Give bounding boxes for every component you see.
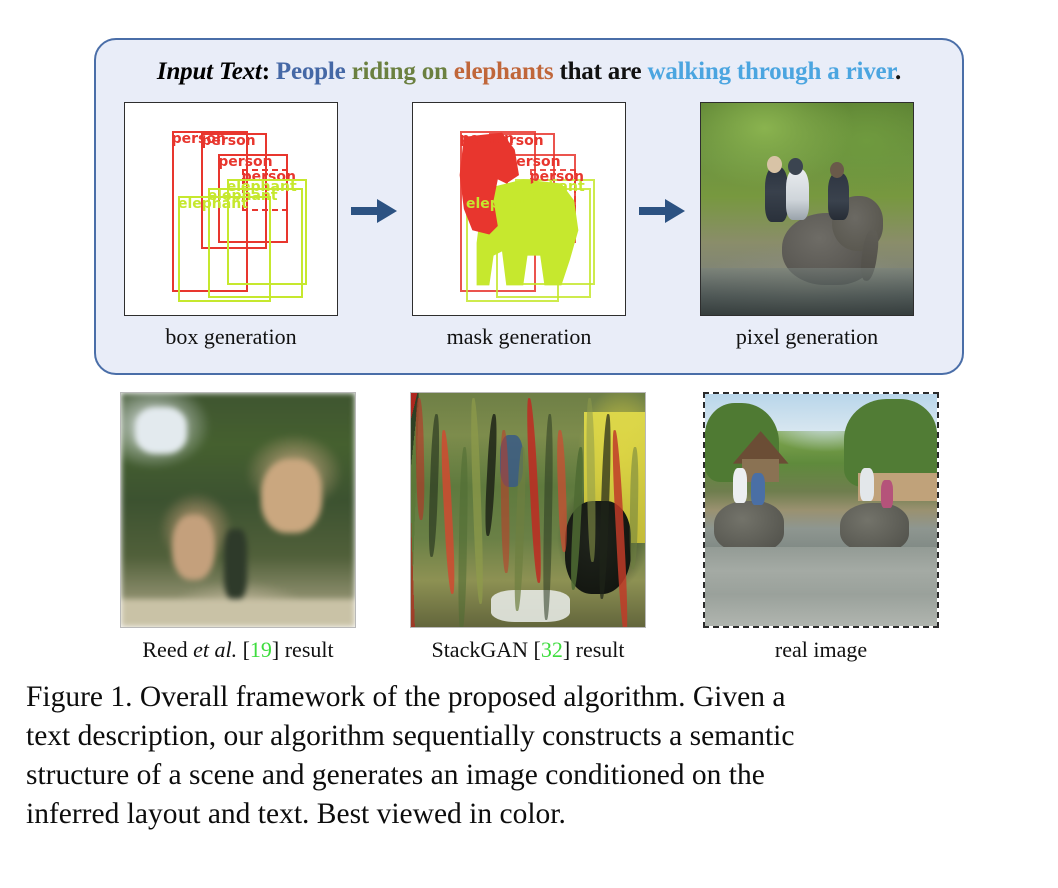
caption-bracket-open-reed: [ bbox=[237, 637, 250, 662]
stackgan-generated-photo bbox=[411, 393, 645, 627]
stackgan-streak-6 bbox=[483, 413, 499, 536]
citation-number-19: 19 bbox=[249, 637, 272, 662]
rider-shape-1 bbox=[764, 166, 788, 222]
stackgan-streak-3 bbox=[439, 430, 457, 595]
bbox-label-person-2: person bbox=[201, 132, 256, 149]
bbox-label-elephant-7: elephant bbox=[226, 179, 297, 196]
rider-head-2 bbox=[787, 158, 803, 176]
real-elephant-river-photo bbox=[705, 394, 937, 626]
real-image-frame bbox=[703, 392, 939, 628]
mask-label-person-2: person bbox=[489, 132, 544, 149]
figure-caption-line-4: inferred layout and text. Best viewed in… bbox=[26, 797, 566, 830]
stackgan-streak-2 bbox=[427, 413, 441, 557]
mask-generation-canvas: person person person person elephant elephant… bbox=[412, 102, 626, 316]
bbox-label-person-3: person bbox=[218, 153, 273, 170]
real-elephant-1 bbox=[714, 500, 784, 552]
input-text-segment-riding-on: riding on bbox=[351, 58, 448, 85]
stackgan-streak-5 bbox=[469, 397, 485, 604]
real-rider-1 bbox=[732, 468, 747, 504]
citation-number-32: 32 bbox=[540, 637, 563, 662]
reed-generated-photo bbox=[121, 393, 355, 627]
input-text-segment-period: . bbox=[895, 58, 902, 85]
rider-shape-2 bbox=[785, 168, 810, 220]
stackgan-streak-4 bbox=[456, 446, 469, 627]
result-real-image: real image bbox=[703, 392, 939, 663]
reed-blob-right bbox=[261, 458, 323, 534]
caption-bracket-close-reed: ] result bbox=[271, 637, 334, 662]
stage-mask-generation: person person person person elephant elephant… bbox=[412, 102, 626, 350]
stage-caption-box-generation: box generation bbox=[165, 324, 297, 349]
results-row: Reed et al. [19] result StackGAN [32] re… bbox=[0, 392, 1058, 672]
generated-elephant-photo bbox=[701, 103, 913, 315]
input-text-label: Input Text bbox=[156, 58, 262, 85]
caption-text-stackgan: StackGAN [ bbox=[431, 637, 541, 662]
stackgan-streak-9 bbox=[525, 397, 543, 583]
reed-blob-sky bbox=[135, 407, 187, 454]
bbox-elephant-7 bbox=[226, 179, 308, 286]
input-text-line: Input Text: People riding on elephants t… bbox=[96, 58, 962, 86]
stage-pixel-generation: pixel generation bbox=[700, 102, 914, 350]
result-stackgan: StackGAN [32] result bbox=[410, 392, 646, 663]
input-text-segment-that-are: that are bbox=[559, 58, 642, 85]
stage-box-generation: person person person person elephant elephant… bbox=[124, 102, 338, 350]
result-caption-real-image: real image bbox=[703, 637, 939, 663]
figure-caption-line-3: structure of a scene and generates an im… bbox=[26, 758, 765, 791]
rider-head-1 bbox=[766, 156, 782, 173]
caption-text-real-image: real image bbox=[774, 637, 868, 662]
mask-label-person-3: person bbox=[506, 153, 561, 170]
reed-blob-center bbox=[223, 528, 248, 599]
real-rider-2 bbox=[751, 472, 766, 506]
result-caption-stackgan: StackGAN [32] result bbox=[410, 637, 646, 663]
stage-caption-pixel-generation: pixel generation bbox=[735, 324, 879, 349]
stage-caption-mask-generation: mask generation bbox=[446, 324, 592, 349]
figure-caption-line-1: Figure 1. Overall framework of the propo… bbox=[26, 681, 786, 713]
reed-blob-ground bbox=[121, 598, 355, 627]
caption-bracket-close-stackgan: ] result bbox=[562, 637, 625, 662]
reed-result-image bbox=[120, 392, 356, 628]
real-elephant-2 bbox=[839, 503, 910, 552]
real-rider-4 bbox=[881, 479, 893, 508]
caption-text-et-al: et al. bbox=[193, 637, 238, 662]
result-reed-et-al: Reed et al. [19] result bbox=[120, 392, 356, 663]
flow-arrow-icon-1 bbox=[351, 196, 397, 226]
reed-blob-left bbox=[172, 514, 215, 581]
real-rider-3 bbox=[860, 468, 875, 501]
input-text-separator: : bbox=[261, 58, 270, 85]
input-text-segment-people: People bbox=[275, 58, 346, 85]
stackgan-streak-10 bbox=[542, 413, 555, 621]
figure-caption-line-2: text description, our algorithm sequenti… bbox=[26, 719, 795, 752]
flow-arrow-icon-2 bbox=[639, 196, 685, 226]
pipeline-stage-row: person person person person elephant elephant… bbox=[96, 102, 962, 362]
input-text-segment-walking-through-a-river: walking through a river bbox=[647, 58, 896, 85]
box-generation-canvas: person person person person elephant elephant… bbox=[124, 102, 338, 316]
stackgan-light-foreground bbox=[490, 589, 571, 623]
stackgan-streak-1 bbox=[414, 397, 425, 520]
mask-label-elephant-7: elephant bbox=[514, 179, 585, 196]
result-caption-reed: Reed et al. [19] result bbox=[120, 637, 356, 663]
pixel-generation-canvas bbox=[700, 102, 914, 316]
framework-panel: Input Text: People riding on elephants t… bbox=[94, 38, 964, 375]
caption-text-reed: Reed bbox=[142, 637, 194, 662]
real-river-region bbox=[705, 547, 937, 626]
rider-shape-3 bbox=[828, 172, 850, 220]
stackgan-result-image bbox=[410, 392, 646, 628]
figure-caption: Figure 1. Overall framework of the propo… bbox=[26, 678, 1032, 834]
input-text-segment-elephants: elephants bbox=[453, 58, 554, 85]
water-region bbox=[701, 268, 913, 315]
